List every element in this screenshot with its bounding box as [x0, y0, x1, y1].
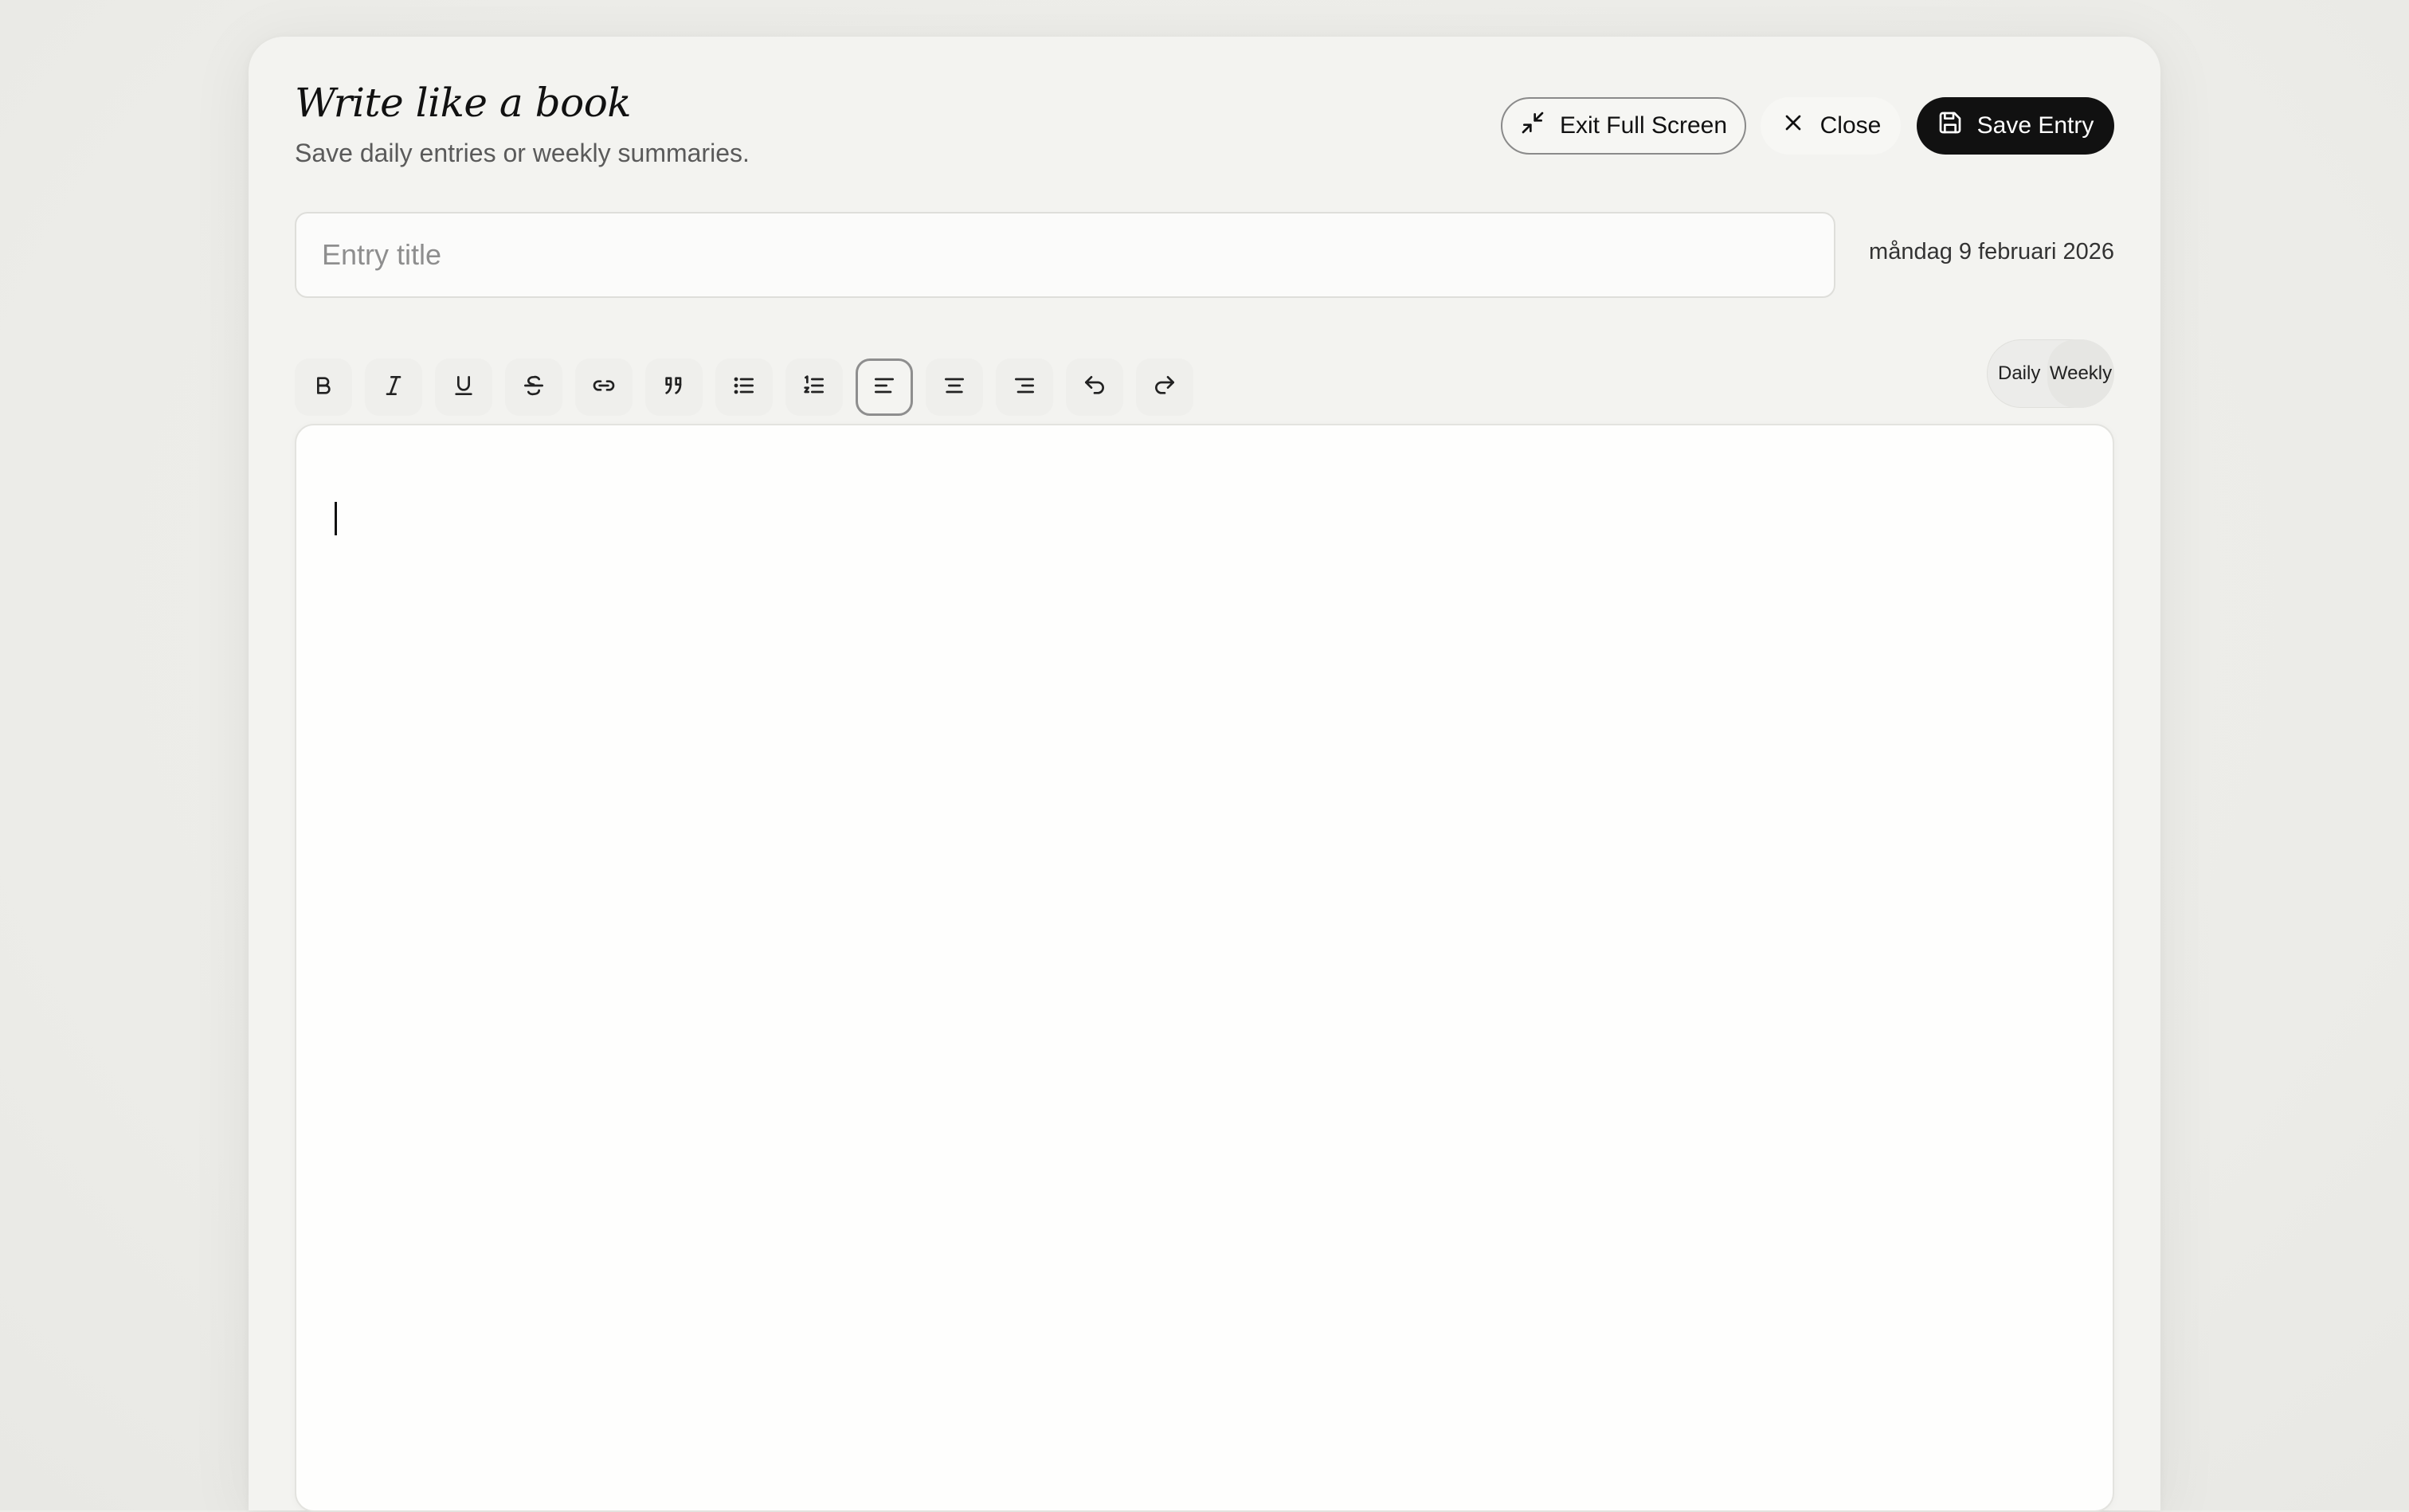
italic-icon	[381, 373, 406, 402]
bold-button[interactable]	[295, 358, 352, 416]
save-entry-label: Save Entry	[1976, 112, 2094, 139]
save-entry-button[interactable]: Save Entry	[1917, 97, 2114, 155]
entry-body-editor[interactable]	[295, 424, 2114, 1512]
strikethrough-button[interactable]	[505, 358, 562, 416]
close-label: Close	[1819, 112, 1882, 139]
blockquote-button[interactable]	[645, 358, 703, 416]
align-center-button[interactable]	[926, 358, 983, 416]
bold-icon	[311, 373, 336, 402]
italic-button[interactable]	[365, 358, 422, 416]
entry-mode-toggle: Daily Weekly	[1987, 339, 2114, 408]
exit-full-screen-label: Exit Full Screen	[1559, 112, 1728, 139]
align-right-icon	[1012, 373, 1037, 402]
numbered-list-icon	[801, 373, 827, 402]
text-caret	[335, 502, 337, 535]
strikethrough-icon	[521, 373, 546, 402]
align-right-button[interactable]	[996, 358, 1053, 416]
close-button[interactable]: Close	[1761, 97, 1901, 155]
bullet-list-button[interactable]	[715, 358, 773, 416]
journal-editor-dialog: Write like a book Save daily entries or …	[249, 37, 2160, 1512]
redo-icon	[1152, 373, 1177, 402]
underline-button[interactable]	[435, 358, 492, 416]
align-left-button[interactable]	[856, 358, 913, 416]
exit-full-screen-button[interactable]: Exit Full Screen	[1501, 97, 1746, 155]
link-button[interactable]	[575, 358, 633, 416]
undo-icon	[1082, 373, 1107, 402]
underline-icon	[451, 373, 476, 402]
align-center-icon	[942, 373, 967, 402]
dialog-subtitle: Save daily entries or weekly summaries.	[295, 139, 750, 167]
align-left-icon	[872, 373, 897, 402]
close-icon	[1780, 110, 1806, 142]
entry-title-input[interactable]	[295, 212, 1835, 298]
undo-button[interactable]	[1066, 358, 1123, 416]
save-icon	[1937, 110, 1963, 142]
mode-weekly-option[interactable]: Weekly	[2047, 339, 2114, 408]
minimize-arrows-icon	[1520, 110, 1545, 142]
numbered-list-button[interactable]	[785, 358, 843, 416]
entry-date: måndag 9 februari 2026	[1869, 239, 2114, 264]
quote-icon	[661, 373, 687, 402]
mode-daily-option[interactable]: Daily	[1987, 339, 2047, 408]
bullet-list-icon	[731, 373, 757, 402]
link-icon	[591, 373, 617, 402]
dialog-title: Write like a book	[295, 80, 632, 126]
redo-button[interactable]	[1136, 358, 1193, 416]
